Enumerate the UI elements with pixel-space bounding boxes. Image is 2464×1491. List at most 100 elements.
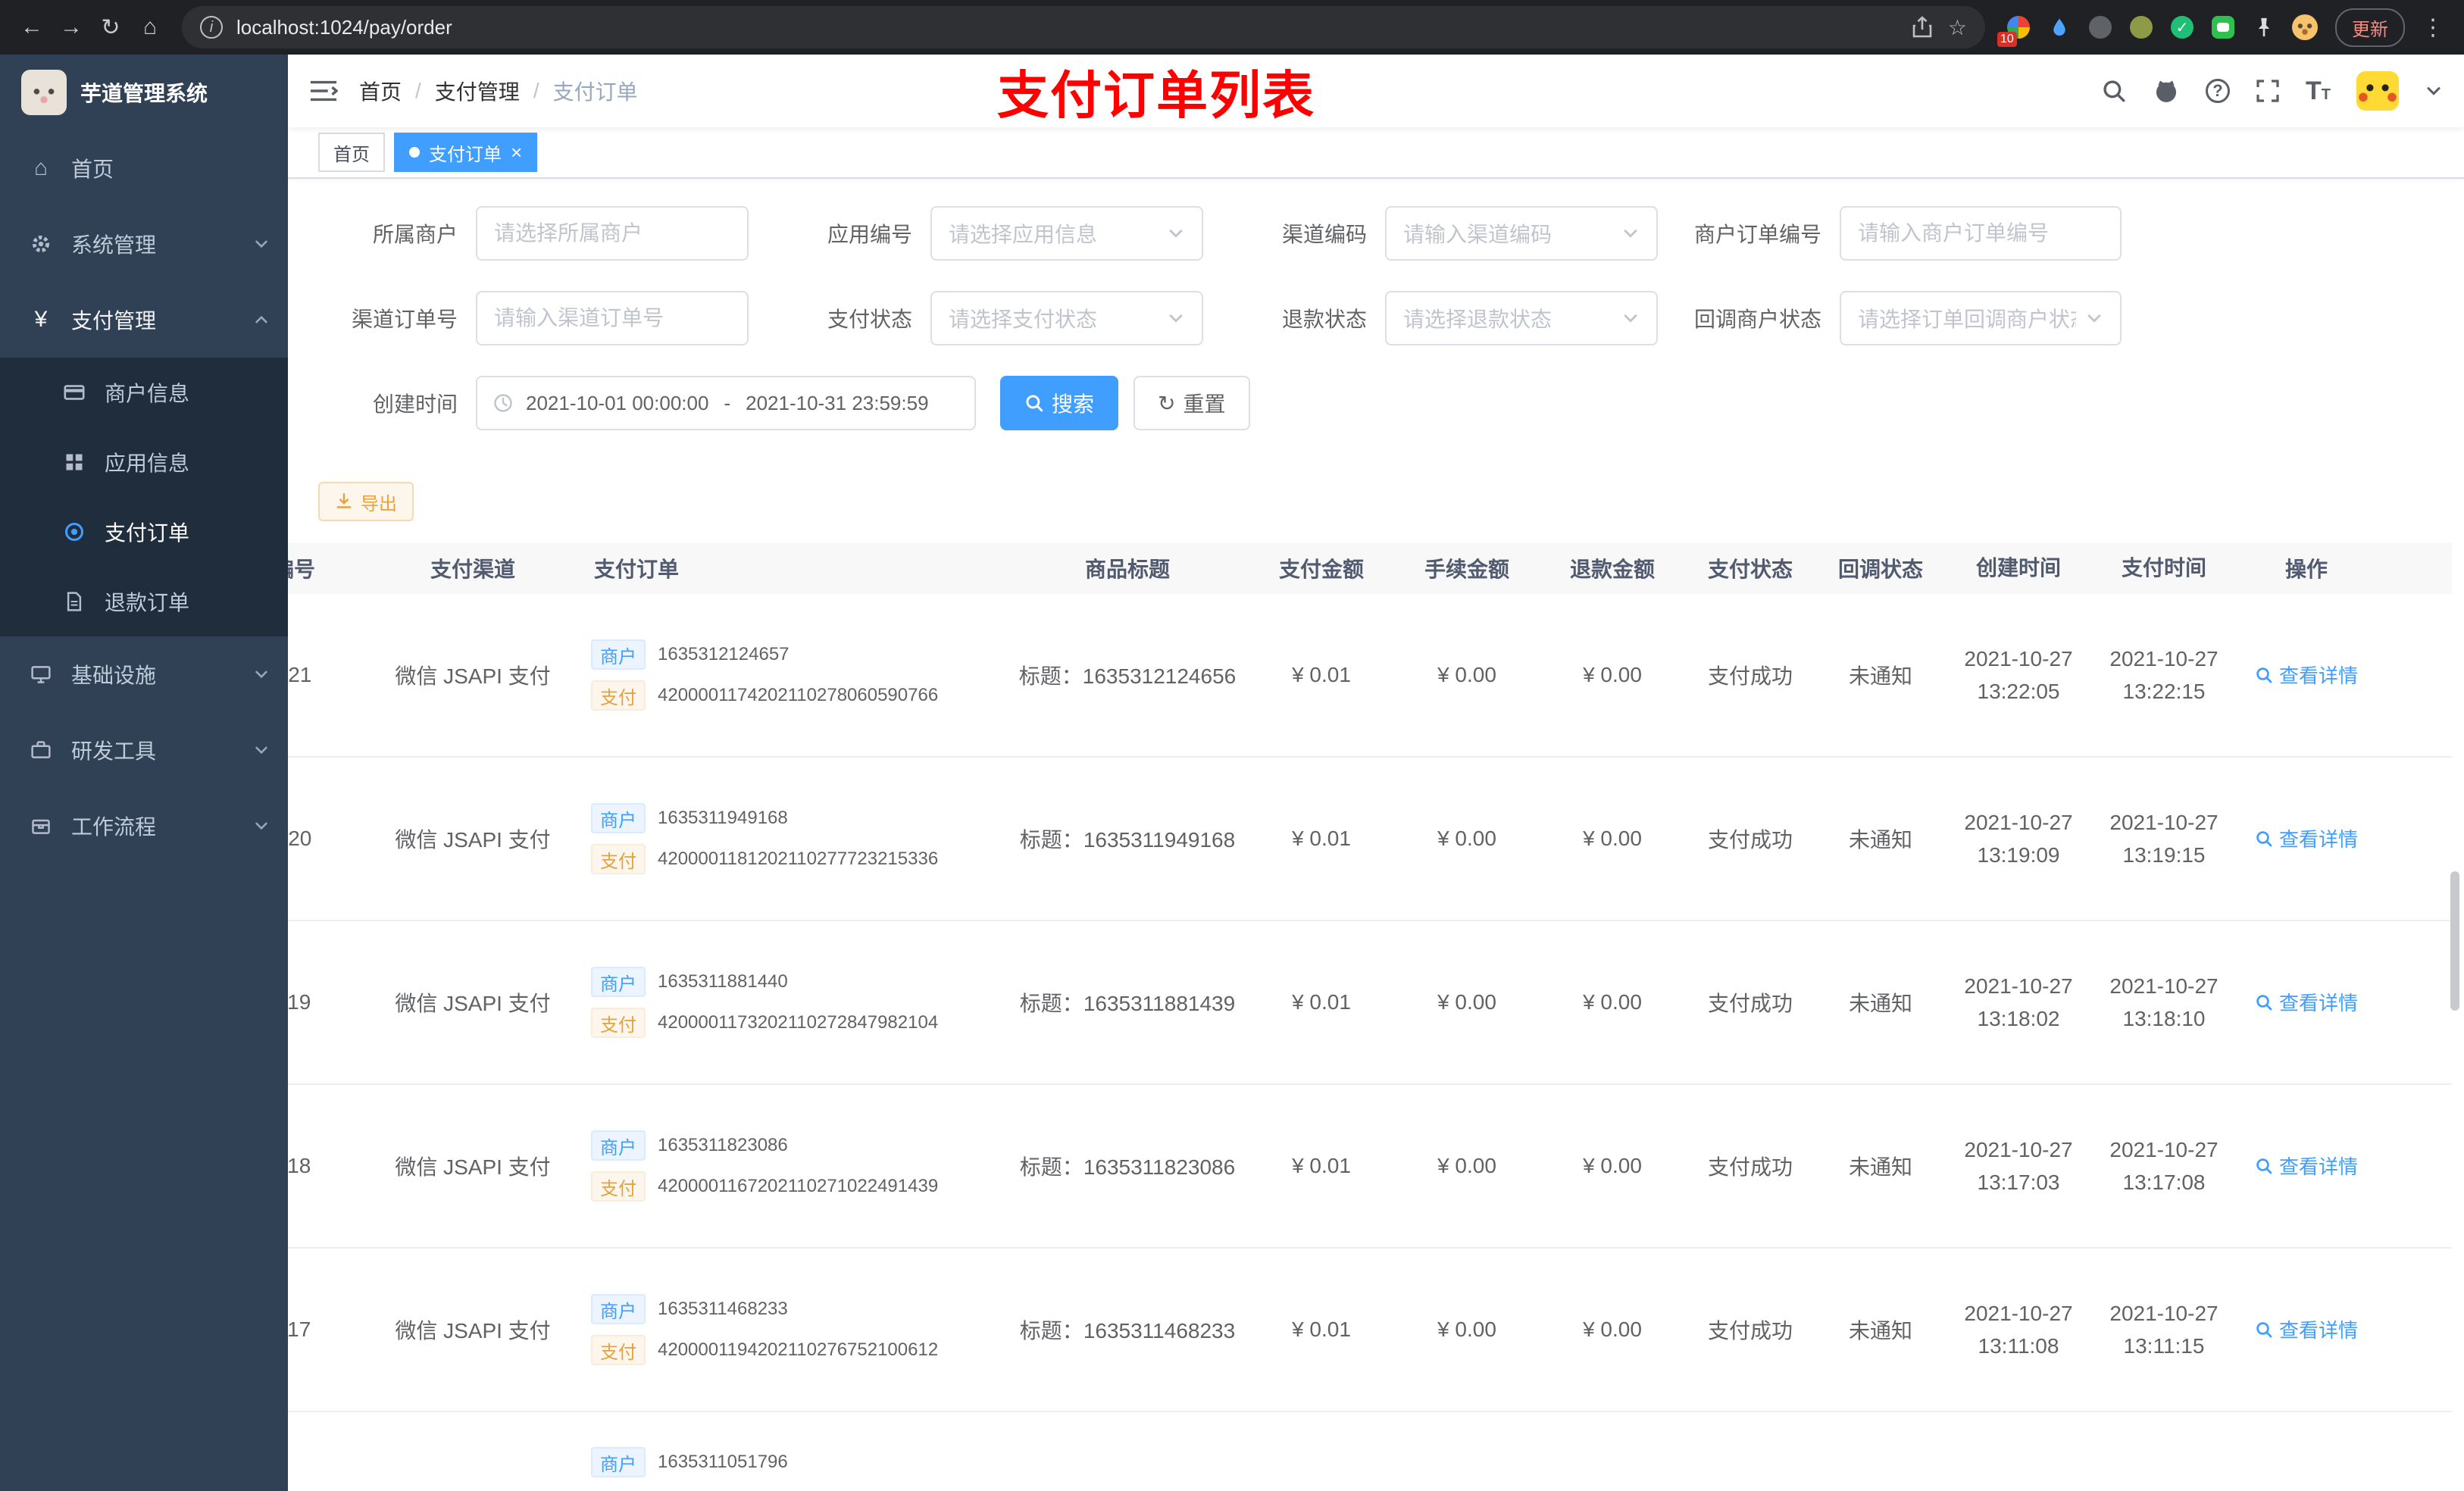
view-detail-link[interactable]: 查看详情 <box>2255 661 2358 689</box>
tab-home[interactable]: 首页 <box>318 133 385 172</box>
pay-order-no: 4200001173202110272847982104 <box>658 1012 939 1033</box>
pay-order-no: 4200001194202110276752100612 <box>658 1339 939 1360</box>
view-detail-link[interactable]: 查看详情 <box>2255 824 2358 852</box>
github-icon[interactable] <box>2153 77 2180 105</box>
pay-tag: 支付 <box>591 680 646 711</box>
cell-pay-order: 商户 1635311949168 支付 4200001181202110277723… <box>591 792 1006 885</box>
back-icon[interactable]: ← <box>12 8 52 47</box>
merchant-tag: 商户 <box>591 1294 646 1324</box>
sidebar-item-workflow[interactable]: 工作流程 <box>0 788 288 864</box>
browser-menu-icon[interactable]: ⋮ <box>2414 14 2452 41</box>
cell-create-time: 2021-10-27 13:22:05 <box>1964 646 2073 703</box>
cell-notify: 未通知 <box>1848 992 1912 1015</box>
olive-extension-icon[interactable] <box>2126 12 2156 42</box>
hamburger-icon[interactable] <box>288 79 359 103</box>
cell-notify: 未通知 <box>1848 664 1912 688</box>
apps-grid-extension-icon[interactable]: 10 <box>1997 12 2034 47</box>
merchant-tag: 商户 <box>591 967 646 997</box>
view-detail-link[interactable]: 查看详情 <box>2255 1152 2358 1180</box>
vertical-scrollbar[interactable] <box>2450 871 2459 1011</box>
breadcrumb-separator: / <box>533 79 539 102</box>
sidebar-item-home[interactable]: ⌂ 首页 <box>0 130 288 206</box>
sidebar-item-devtools[interactable]: 研发工具 <box>0 712 288 788</box>
merchant-order-no-input[interactable] <box>1840 206 2122 261</box>
screen: ← → ↻ ⌂ i localhost:1024/pay/order ☆ 10 … <box>0 0 2464 1491</box>
fullscreen-icon[interactable] <box>2256 79 2280 103</box>
refund-status-select[interactable]: 请选择退款状态 <box>1385 291 1658 345</box>
sidebar-item-merchant-info[interactable]: 商户信息 <box>0 358 288 427</box>
sidebar-item-refund-order[interactable]: 退款订单 <box>0 567 288 636</box>
pin-extension-icon[interactable] <box>2249 12 2279 42</box>
box-icon <box>27 815 55 836</box>
col-header-create-time: 创建时间 <box>1975 556 2061 580</box>
check-extension-icon[interactable]: ✓ <box>2167 12 2197 42</box>
font-size-icon[interactable]: TT <box>2306 78 2331 104</box>
profile-avatar-icon[interactable] <box>2290 12 2320 42</box>
sidebar-item-system[interactable]: 系统管理 <box>0 206 288 282</box>
reload-icon[interactable]: ↻ <box>91 8 130 47</box>
channel-order-no-input[interactable] <box>476 291 749 345</box>
app-logo[interactable]: 芋道管理系统 <box>0 55 288 130</box>
user-avatar[interactable] <box>2356 71 2399 111</box>
merchant-order-no: 1635312124657 <box>658 644 790 664</box>
bookmark-star-icon[interactable]: ☆ <box>1948 15 1967 40</box>
toolbox-icon <box>27 739 55 761</box>
view-detail-link[interactable]: 查看详情 <box>2255 988 2358 1016</box>
cell-create-time: 2021-10-27 13:19:09 <box>1964 810 2073 867</box>
merchant-input[interactable] <box>476 206 749 261</box>
notify-status-select[interactable]: 请选择订单回调商户状态 <box>1840 291 2122 345</box>
dark-extension-icon[interactable] <box>2085 12 2115 42</box>
export-button[interactable]: 导出 <box>318 482 414 521</box>
channel-code-select[interactable]: 请输入渠道编码 <box>1385 206 1658 261</box>
cell-notify: 未通知 <box>1848 1155 1912 1179</box>
cell-fee: ¥ 0.00 <box>1437 1318 1496 1341</box>
sidebar-item-payment[interactable]: ¥ 支付管理 <box>0 282 288 358</box>
cell-amount: ¥ 0.01 <box>1292 1154 1351 1177</box>
tab-pay-order[interactable]: 支付订单 × <box>394 133 538 172</box>
page-annotation: 支付订单列表 <box>997 67 1316 125</box>
user-caret-icon[interactable] <box>2425 82 2443 100</box>
browser-toolbar: ← → ↻ ⌂ i localhost:1024/pay/order ☆ 10 … <box>0 0 2464 55</box>
create-time-range-picker[interactable]: 2021-10-01 00:00:00 - 2021-10-31 23:59:5… <box>476 376 976 430</box>
app-title: 芋道管理系统 <box>80 82 208 105</box>
select-placeholder: 请选择应用信息 <box>949 223 1098 246</box>
app-id-select[interactable]: 请选择应用信息 <box>930 206 1203 261</box>
breadcrumb-payment[interactable]: 支付管理 <box>435 76 520 106</box>
cell-pay-time: 2021-10-27 13:22:15 <box>2109 646 2219 703</box>
breadcrumb-home[interactable]: 首页 <box>359 76 402 106</box>
sidebar-item-app-info[interactable]: 应用信息 <box>0 427 288 497</box>
update-button[interactable]: 更新 <box>2335 8 2405 47</box>
reset-button[interactable]: ↻ 重置 <box>1134 376 1250 430</box>
address-bar[interactable]: i localhost:1024/pay/order ☆ <box>182 6 1985 48</box>
sidebar-item-pay-order[interactable]: 支付订单 <box>0 497 288 567</box>
filter-label-notify-status: 回调商户状态 <box>1693 308 1821 331</box>
cell-status: 支付成功 <box>1707 664 1793 688</box>
view-detail-link[interactable]: 查看详情 <box>2255 1315 2358 1343</box>
pay-status-select[interactable]: 请选择支付状态 <box>930 291 1203 345</box>
share-icon[interactable] <box>1912 16 1933 39</box>
merchant-order-no: 1635311051796 <box>658 1452 788 1472</box>
search-icon[interactable] <box>2101 78 2127 104</box>
close-icon[interactable]: × <box>511 142 522 162</box>
cell-pay-time: 2021-10-27 13:11:15 <box>2109 1301 2219 1358</box>
search-button[interactable]: 搜索 <box>1000 376 1119 430</box>
cell-refund: ¥ 0.00 <box>1583 990 1642 1014</box>
site-info-icon[interactable]: i <box>200 16 223 39</box>
forward-icon[interactable]: → <box>52 8 91 47</box>
home-icon[interactable]: ⌂ <box>130 8 170 47</box>
filter-label-pay-status: 支付状态 <box>827 308 912 331</box>
orders-table: 编号 支付渠道 支付订单 商品标题 支付金额 手续金额 退款金额 支付状态 回调… <box>288 542 2464 1491</box>
cell-id: 117 <box>288 1318 311 1341</box>
clock-icon <box>492 392 514 414</box>
logo-avatar <box>21 70 67 115</box>
cell-fee: ¥ 0.00 <box>1437 827 1496 850</box>
monitor-icon <box>27 664 55 685</box>
chat-extension-icon[interactable] <box>2208 12 2238 42</box>
top-navbar: 首页 / 支付管理 / 支付订单 支付订单列表 ? T T <box>288 55 2464 127</box>
drop-extension-icon[interactable] <box>2044 12 2075 42</box>
help-icon[interactable]: ? <box>2206 79 2230 103</box>
sidebar-item-label: 商户信息 <box>105 382 190 405</box>
cell-fee: ¥ 0.00 <box>1437 990 1496 1014</box>
sidebar: 芋道管理系统 ⌂ 首页 系统管理 ¥ 支付管理 商户信息 应用信息 支付订单 退… <box>0 55 288 1491</box>
sidebar-item-infra[interactable]: 基础设施 <box>0 636 288 712</box>
